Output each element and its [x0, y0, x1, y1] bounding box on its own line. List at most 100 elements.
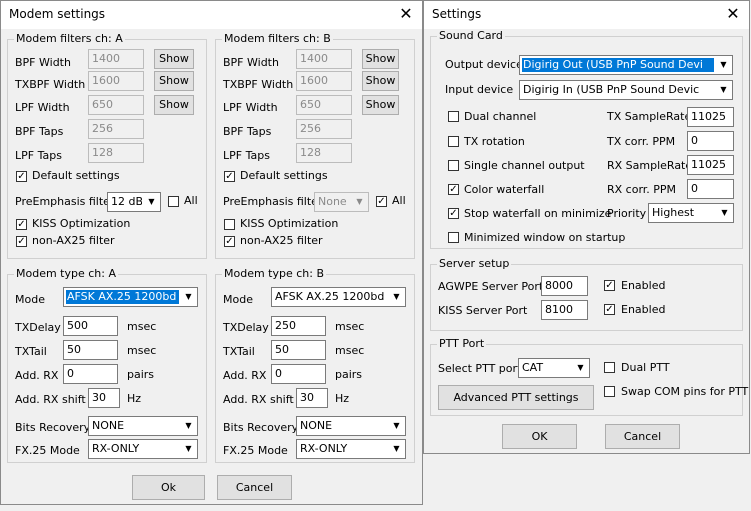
kiss-port-field[interactable]: 8100: [541, 300, 588, 320]
show-bpf-button[interactable]: Show: [154, 49, 194, 69]
lpf-taps-field[interactable]: 128: [296, 143, 352, 163]
dual-channel-checkbox[interactable]: [448, 111, 459, 122]
add-rx-field[interactable]: 0: [271, 364, 326, 384]
bits-recovery-label: Bits Recovery: [223, 421, 299, 434]
modem-cancel-button[interactable]: Cancel: [217, 475, 292, 500]
ptt-port-group: PTT Port Select PTT port CAT ▼ Dual PTT S…: [430, 337, 748, 416]
preemphasis-label: PreEmphasis filter: [223, 195, 323, 208]
output-device-select[interactable]: Digirig Out (USB PnP Sound Devi ▼: [519, 55, 733, 75]
advanced-ptt-button[interactable]: Advanced PTT settings: [438, 385, 594, 410]
group-legend: Modem filters ch: B: [222, 32, 333, 45]
add-rx-field[interactable]: 0: [63, 364, 118, 384]
txtail-field[interactable]: 50: [63, 340, 118, 360]
single-channel-output-checkbox[interactable]: [448, 160, 459, 171]
bits-recovery-label: Bits Recovery: [15, 421, 91, 434]
lpf-width-field[interactable]: 650: [296, 95, 352, 115]
rx-ppm-field[interactable]: 0: [687, 179, 734, 199]
kiss-optimization-checkbox[interactable]: ✓: [16, 219, 27, 230]
lpf-width-field[interactable]: 650: [88, 95, 144, 115]
add-rx-shift-label: Add. RX shift: [223, 393, 294, 406]
bpf-taps-field[interactable]: 256: [296, 119, 352, 139]
input-device-select[interactable]: Digirig In (USB PnP Sound Devic ▼: [519, 80, 733, 100]
mode-select[interactable]: AFSK AX.25 1200bd ▼: [271, 287, 406, 307]
txdelay-field[interactable]: 250: [271, 316, 326, 336]
swap-com-pins-checkbox[interactable]: [604, 386, 615, 397]
minimized-startup-checkbox[interactable]: [448, 232, 459, 243]
add-rx-label: Add. RX: [15, 369, 59, 382]
default-settings-checkbox[interactable]: ✓: [16, 171, 27, 182]
dual-ptt-checkbox[interactable]: [604, 362, 615, 373]
non-ax25-filter-checkbox[interactable]: ✓: [224, 236, 235, 247]
preemphasis-all-checkbox[interactable]: [168, 196, 179, 207]
bits-recovery-select[interactable]: NONE ▼: [296, 416, 406, 436]
bpf-width-field[interactable]: 1400: [88, 49, 144, 69]
agwpe-port-field[interactable]: 8000: [541, 276, 588, 296]
bpf-taps-label: BPF Taps: [15, 125, 64, 138]
color-waterfall-checkbox[interactable]: ✓: [448, 184, 459, 195]
mode-value: AFSK AX.25 1200bd: [66, 290, 179, 304]
fx25-mode-label: FX.25 Mode: [223, 444, 288, 457]
preemphasis-select[interactable]: None ▼: [314, 192, 369, 212]
tx-rotation-label: TX rotation: [464, 135, 525, 148]
agwpe-enabled-checkbox[interactable]: ✓: [604, 280, 615, 291]
non-ax25-filter-checkbox[interactable]: ✓: [16, 236, 27, 247]
default-settings-label: Default settings: [240, 169, 328, 182]
settings-cancel-button[interactable]: Cancel: [605, 424, 680, 449]
add-rx-shift-field[interactable]: 30: [88, 388, 120, 408]
minimized-startup-label: Minimized window on startup: [464, 231, 626, 244]
mode-select[interactable]: AFSK AX.25 1200bd ▼: [63, 287, 198, 307]
show-bpf-button[interactable]: Show: [362, 49, 399, 69]
non-ax25-filter-label: non-AX25 filter: [240, 234, 323, 247]
dual-channel-label: Dual channel: [464, 110, 537, 123]
stop-waterfall-checkbox[interactable]: ✓: [448, 208, 459, 219]
close-icon[interactable]: ✕: [396, 4, 416, 24]
modem-type-group-b: Modem type ch: B Mode AFSK AX.25 1200bd ▼…: [215, 267, 415, 463]
txtail-field[interactable]: 50: [271, 340, 326, 360]
mode-value: AFSK AX.25 1200bd: [275, 290, 385, 303]
lpf-taps-label: LPF Taps: [15, 149, 62, 162]
show-txbpf-button[interactable]: Show: [154, 71, 194, 91]
txdelay-field[interactable]: 500: [63, 316, 118, 336]
tx-ppm-field[interactable]: 0: [687, 131, 734, 151]
bits-recovery-select[interactable]: NONE ▼: [88, 416, 198, 436]
txbpf-width-label: TXBPF Width: [223, 78, 294, 91]
fx25-mode-select[interactable]: RX-ONLY ▼: [88, 439, 198, 459]
show-txbpf-button[interactable]: Show: [362, 71, 399, 91]
tx-rotation-checkbox[interactable]: [448, 136, 459, 147]
bpf-width-field[interactable]: 1400: [296, 49, 352, 69]
kiss-optimization-checkbox[interactable]: [224, 219, 235, 230]
fx25-mode-select[interactable]: RX-ONLY ▼: [296, 439, 406, 459]
add-rx-shift-field[interactable]: 30: [296, 388, 328, 408]
close-icon[interactable]: ✕: [723, 4, 743, 24]
preemphasis-all-checkbox[interactable]: ✓: [376, 196, 387, 207]
chevron-down-icon: ▼: [393, 292, 400, 301]
priority-select[interactable]: Highest ▼: [648, 203, 734, 223]
show-lpf-button[interactable]: Show: [362, 95, 399, 115]
default-settings-checkbox[interactable]: ✓: [224, 171, 235, 182]
all-label: All: [392, 194, 406, 207]
bpf-taps-field[interactable]: 256: [88, 119, 144, 139]
chevron-down-icon: ▼: [393, 421, 400, 430]
non-ax25-filter-label: non-AX25 filter: [32, 234, 115, 247]
modem-ok-button[interactable]: Ok: [132, 475, 205, 500]
preemphasis-select[interactable]: 12 dB ▼: [107, 192, 161, 212]
tx-samplerate-field[interactable]: 11025: [687, 107, 734, 127]
rx-samplerate-label: RX SampleRate: [607, 159, 693, 172]
tx-samplerate-label: TX SampleRate: [607, 110, 692, 123]
lpf-taps-field[interactable]: 128: [88, 143, 144, 163]
txbpf-width-field[interactable]: 1600: [88, 71, 144, 91]
txbpf-width-field[interactable]: 1600: [296, 71, 352, 91]
output-device-label: Output device: [445, 58, 523, 71]
modem-window-title: Modem settings: [9, 7, 106, 21]
bpf-taps-label: BPF Taps: [223, 125, 272, 138]
color-waterfall-label: Color waterfall: [464, 183, 545, 196]
ptt-port-select[interactable]: CAT ▼: [518, 358, 590, 378]
kiss-enabled-checkbox[interactable]: ✓: [604, 304, 615, 315]
txdelay-label: TXDelay: [223, 321, 269, 334]
kiss-port-label: KISS Server Port: [438, 304, 528, 317]
single-channel-output-label: Single channel output: [464, 159, 585, 172]
settings-ok-button[interactable]: OK: [502, 424, 577, 449]
rx-samplerate-field[interactable]: 11025: [687, 155, 734, 175]
show-lpf-button[interactable]: Show: [154, 95, 194, 115]
mode-label: Mode: [223, 293, 253, 306]
